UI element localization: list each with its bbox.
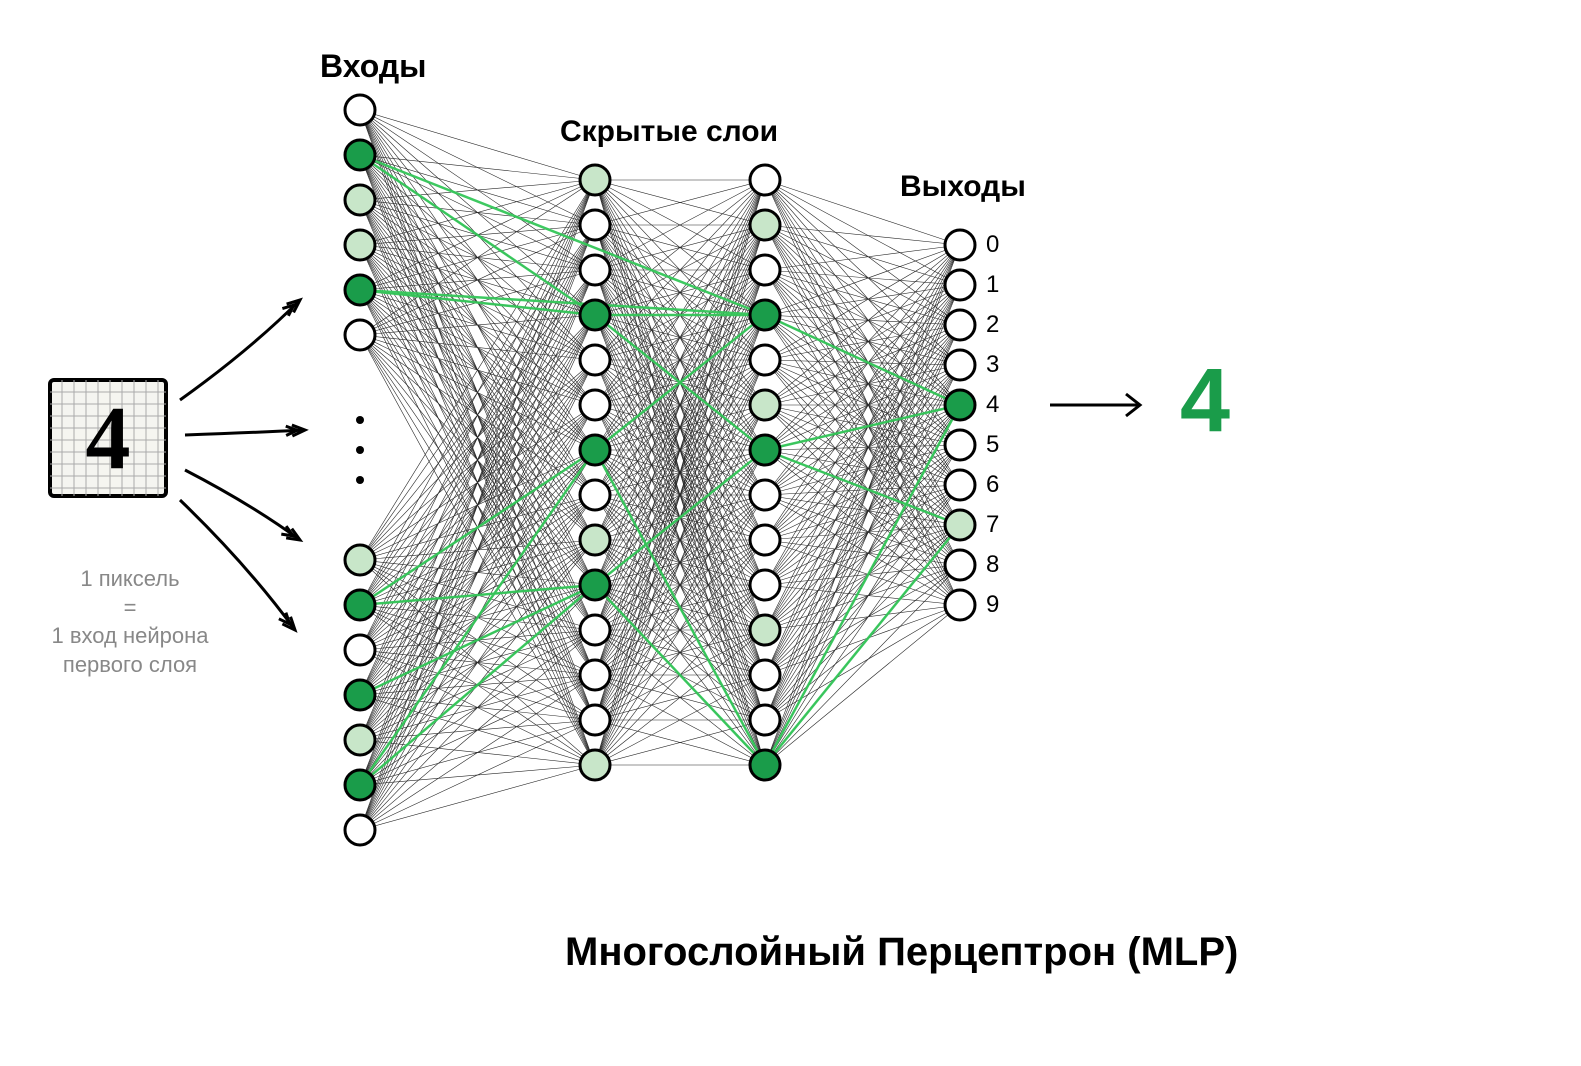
caption-eq: =	[20, 594, 240, 623]
outputs-label: Выходы	[900, 170, 1026, 204]
output-label-0: 0	[986, 231, 999, 259]
mlp-diagram	[0, 0, 1581, 1066]
input-digit: 4	[48, 378, 168, 498]
caption-line-2: 1 вход нейрона	[20, 622, 240, 651]
output-label-9: 9	[986, 591, 999, 619]
input-image: 4	[48, 378, 168, 498]
output-label-6: 6	[986, 471, 999, 499]
caption-line-1: 1 пиксель	[20, 565, 240, 594]
hidden-label: Скрытые слои	[560, 115, 778, 149]
inputs-label: Входы	[320, 48, 426, 85]
pixel-caption: 1 пиксель = 1 вход нейрона первого слоя	[20, 565, 240, 679]
output-label-8: 8	[986, 551, 999, 579]
result-digit: 4	[1180, 350, 1230, 453]
output-label-4: 4	[986, 391, 999, 419]
output-label-5: 5	[986, 431, 999, 459]
main-title: Многослойный Перцептрон (MLP)	[565, 930, 1238, 975]
caption-line-3: первого слоя	[20, 651, 240, 680]
output-label-7: 7	[986, 511, 999, 539]
output-label-2: 2	[986, 311, 999, 339]
output-label-1: 1	[986, 271, 999, 299]
output-label-3: 3	[986, 351, 999, 379]
